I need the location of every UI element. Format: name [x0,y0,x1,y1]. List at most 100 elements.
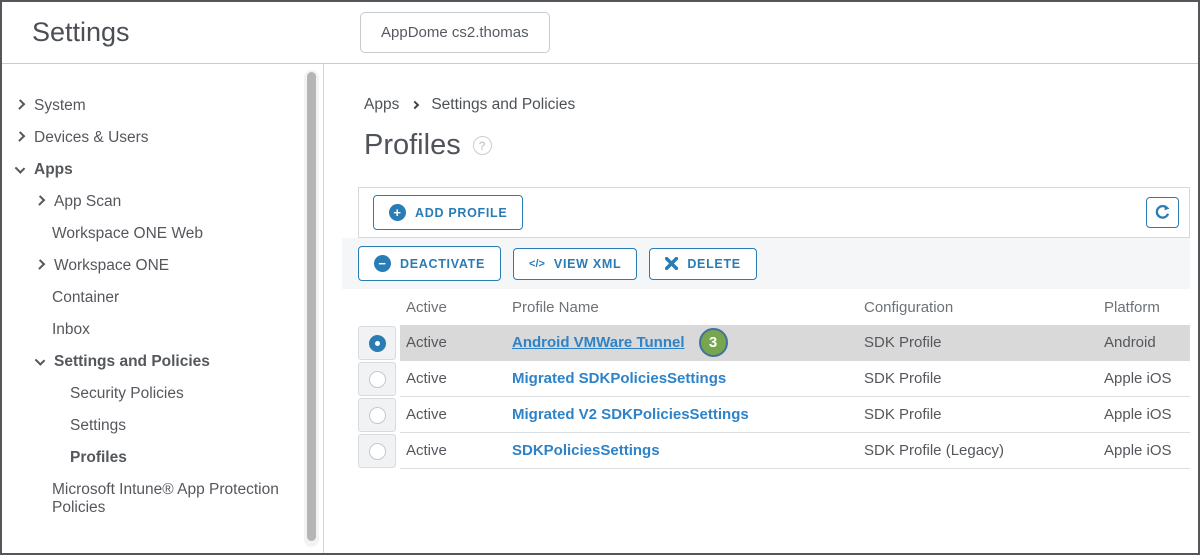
cell-profile-name: SDKPoliciesSettings [512,442,864,459]
radio-unselected-icon [369,371,386,388]
sidebar-item-apps[interactable]: Apps [2,154,294,186]
main-content: Apps Settings and Policies Profiles ADD … [324,64,1198,553]
table-row: Active Android VMWare Tunnel 3 SDK Profi… [358,325,1190,361]
app-header: Settings AppDome cs2.thomas [2,2,1198,64]
chevron-right-icon [35,195,46,206]
radio-selected-icon [369,335,386,352]
cell-platform: Android [1104,334,1190,351]
cell-configuration: SDK Profile [864,334,1104,351]
row-select-radio[interactable] [358,434,396,468]
sidebar-item-inbox[interactable]: Inbox [2,314,294,346]
sidebar-item-label: Container [52,289,119,307]
chevron-right-icon [15,131,26,142]
sidebar-item-label: Devices & Users [34,129,149,147]
profile-link[interactable]: Android VMWare Tunnel [512,334,685,351]
help-icon[interactable] [473,136,492,155]
add-profile-label: ADD PROFILE [415,206,507,220]
column-header-configuration[interactable]: Configuration [864,299,1104,316]
sidebar-item-label: Workspace ONE [54,257,169,275]
code-icon [529,258,545,270]
column-header-active[interactable]: Active [406,299,512,316]
chevron-right-icon [411,101,419,109]
sidebar-item-profiles[interactable]: Profiles [2,442,294,474]
row-select-radio[interactable] [358,398,396,432]
profiles-table: Active Profile Name Configuration Platfo… [358,289,1190,469]
sidebar-item-settings[interactable]: Settings [2,410,294,442]
sidebar-item-label: Security Policies [70,385,184,403]
settings-sidebar: System Devices & Users Apps App Scan Wor… [2,64,324,553]
radio-unselected-icon [369,443,386,460]
view-xml-button[interactable]: VIEW XML [513,248,637,280]
x-icon [665,257,678,270]
chevron-down-icon [35,355,46,366]
sidebar-item-label: System [34,97,86,115]
row-select-radio[interactable] [358,326,396,360]
breadcrumb-apps[interactable]: Apps [364,96,399,114]
cell-profile-name: Migrated V2 SDKPoliciesSettings [512,406,864,423]
cell-platform: Apple iOS [1104,442,1190,459]
sidebar-item-settings-and-policies[interactable]: Settings and Policies [2,346,294,378]
sidebar-item-workspace-one[interactable]: Workspace ONE [2,250,294,282]
sidebar-item-label: Settings and Policies [54,353,210,371]
deactivate-button[interactable]: DEACTIVATE [358,246,501,281]
view-xml-label: VIEW XML [554,257,621,271]
cell-platform: Apple iOS [1104,370,1190,387]
selection-actions: DEACTIVATE VIEW XML DELETE [342,238,1190,289]
sidebar-item-container[interactable]: Container [2,282,294,314]
table-row: Active Migrated V2 SDKPoliciesSettings S… [358,397,1190,433]
breadcrumb: Apps Settings and Policies [364,96,1198,114]
page-title-row: Profiles [364,129,1198,162]
chevron-right-icon [35,259,46,270]
refresh-button[interactable] [1146,197,1179,228]
profile-link[interactable]: Migrated SDKPoliciesSettings [512,370,726,387]
cell-profile-name: Migrated SDKPoliciesSettings [512,370,864,387]
cell-platform: Apple iOS [1104,406,1190,423]
column-header-platform[interactable]: Platform [1104,299,1190,316]
cell-configuration: SDK Profile [864,406,1104,423]
chevron-right-icon [15,99,26,110]
sidebar-item-security-policies[interactable]: Security Policies [2,378,294,410]
sidebar-item-label: Profiles [70,449,127,467]
minus-circle-icon [374,255,391,272]
cell-active: Active [406,334,512,351]
cell-profile-name: Android VMWare Tunnel 3 [512,328,864,357]
sidebar-item-system[interactable]: System [2,90,294,122]
sidebar-item-workspace-one-web[interactable]: Workspace ONE Web [2,218,294,250]
sidebar-scrollbar[interactable] [304,70,319,547]
delete-button[interactable]: DELETE [649,248,757,280]
sidebar-scrollbar-thumb[interactable] [307,72,316,541]
radio-column-spacer [358,289,400,325]
profile-link[interactable]: Migrated V2 SDKPoliciesSettings [512,406,749,423]
column-header-profile-name[interactable]: Profile Name [512,299,864,316]
refresh-icon [1154,204,1171,221]
sidebar-item-label: App Scan [54,193,121,211]
profile-link[interactable]: SDKPoliciesSettings [512,442,660,459]
breadcrumb-settings-and-policies[interactable]: Settings and Policies [431,96,575,114]
sidebar-item-label: Inbox [52,321,90,339]
cell-active: Active [406,370,512,387]
sidebar-item-label: Workspace ONE Web [52,225,203,243]
sidebar-item-label: Settings [70,417,126,435]
cell-configuration: SDK Profile (Legacy) [864,442,1104,459]
sidebar-item-app-scan[interactable]: App Scan [2,186,294,218]
radio-unselected-icon [369,407,386,424]
chevron-down-icon [15,163,26,174]
organization-group-button[interactable]: AppDome cs2.thomas [360,12,550,53]
app-window: Settings AppDome cs2.thomas System Devic… [0,0,1200,555]
table-row: Active SDKPoliciesSettings SDK Profile (… [358,433,1190,469]
delete-label: DELETE [687,257,741,271]
profiles-toolbar: ADD PROFILE [358,187,1190,238]
row-select-radio[interactable] [358,362,396,396]
add-profile-button[interactable]: ADD PROFILE [373,195,523,230]
sidebar-item-microsoft-intune[interactable]: Microsoft Intune® App Protection Policie… [2,474,294,524]
plus-circle-icon [389,204,406,221]
cell-configuration: SDK Profile [864,370,1104,387]
sidebar-nav-list: System Devices & Users Apps App Scan Wor… [2,64,323,524]
annotation-step-badge: 3 [699,328,728,357]
sidebar-item-devices-users[interactable]: Devices & Users [2,122,294,154]
cell-active: Active [406,442,512,459]
section-title: Profiles [364,129,461,162]
table-header: Active Profile Name Configuration Platfo… [358,289,1190,325]
deactivate-label: DEACTIVATE [400,257,485,271]
sidebar-item-label: Microsoft Intune® App Protection Policie… [52,481,294,517]
